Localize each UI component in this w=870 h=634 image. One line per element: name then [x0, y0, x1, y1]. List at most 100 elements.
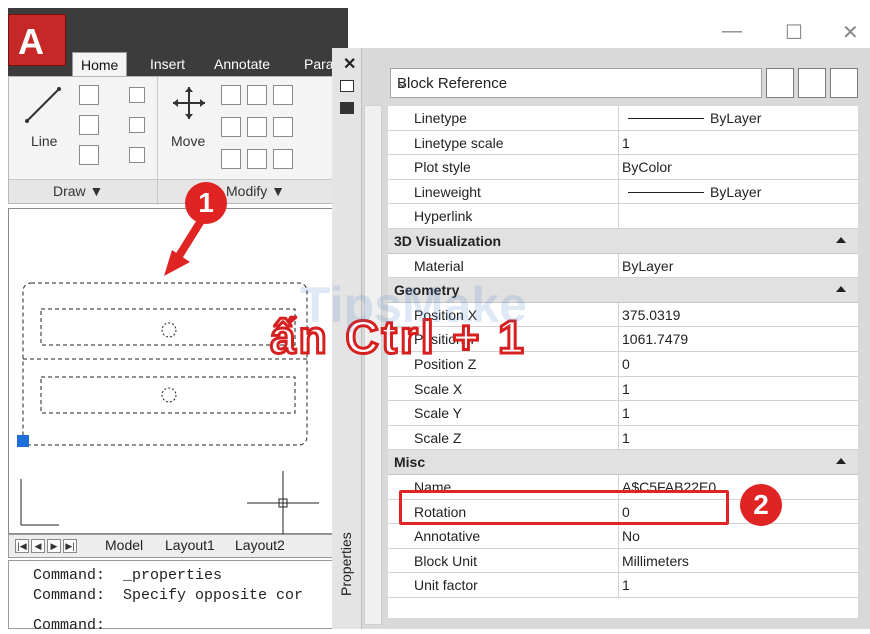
offset-icon[interactable]: [273, 149, 293, 169]
property-value[interactable]: 1061.7479: [622, 331, 688, 347]
column-divider: [618, 106, 619, 130]
property-value[interactable]: ByLayer: [710, 184, 761, 200]
property-name: Scale X: [414, 380, 463, 397]
command-history-line: Command: Specify opposite cor: [33, 587, 304, 604]
collapse-icon[interactable]: [836, 458, 846, 465]
property-name: Linetype scale: [414, 134, 504, 151]
red-arrow-icon: [164, 212, 208, 276]
property-row[interactable]: Block Unit Millimeters: [388, 548, 858, 574]
tab-insert[interactable]: Insert: [142, 52, 193, 76]
property-value[interactable]: 0: [622, 356, 630, 372]
column-divider: [618, 204, 619, 228]
column-divider: [618, 179, 619, 204]
property-row[interactable]: Linetype ByLayer: [388, 106, 858, 131]
property-value[interactable]: Millimeters: [622, 553, 689, 569]
tab-model[interactable]: Model: [105, 537, 143, 553]
category-3d-visualization[interactable]: 3D Visualization: [388, 229, 858, 254]
property-row[interactable]: Scale Z 1: [388, 425, 858, 451]
column-divider: [618, 425, 619, 450]
maximize-button[interactable]: ☐: [785, 20, 803, 45]
object-type-dropdown[interactable]: Block Reference ⌄: [390, 68, 762, 98]
fillet-icon[interactable]: [247, 117, 267, 137]
property-name: Annotative: [414, 528, 481, 545]
property-value[interactable]: 1: [622, 135, 630, 151]
palette-properties-icon[interactable]: [340, 102, 354, 114]
draw-panel-footer[interactable]: Draw ▼: [9, 179, 157, 203]
collapse-icon[interactable]: [836, 286, 846, 293]
polyline-icon[interactable]: [79, 85, 99, 105]
hatch-icon[interactable]: [129, 147, 145, 163]
layout-tab-bar: |◀ ◀ ▶ ▶| Model Layout1 Layout2: [8, 534, 346, 558]
property-row[interactable]: Plot style ByColor: [388, 155, 858, 180]
property-value[interactable]: ByColor: [622, 159, 672, 175]
move-tool-label[interactable]: Move: [171, 133, 205, 149]
command-prompt[interactable]: Command:: [33, 617, 105, 634]
property-value[interactable]: ByLayer: [710, 110, 761, 126]
stretch-icon[interactable]: [273, 117, 293, 137]
property-row[interactable]: Material ByLayer: [388, 253, 858, 279]
arc-icon[interactable]: [129, 87, 145, 103]
watermark: TipsMake: [300, 277, 527, 333]
tab-annotate[interactable]: Annotate: [206, 52, 278, 76]
category-misc[interactable]: Misc: [388, 450, 858, 475]
draw-panel-label[interactable]: Draw ▼: [53, 183, 103, 199]
palette-scrollbar[interactable]: [364, 105, 382, 625]
rectangle-icon[interactable]: [129, 117, 145, 133]
copy-icon[interactable]: [221, 85, 241, 105]
property-row[interactable]: Scale Y 1: [388, 401, 858, 426]
property-row[interactable]: Annotative No: [388, 524, 858, 549]
property-value[interactable]: 375.0319: [622, 307, 680, 323]
command-window[interactable]: Command: _properties Command: Specify op…: [8, 560, 346, 634]
select-objects-button[interactable]: [798, 68, 826, 98]
property-name: Scale Y: [414, 405, 462, 422]
property-name: Plot style: [414, 159, 471, 176]
property-row[interactable]: Lineweight ByLayer: [388, 179, 858, 205]
last-tab-icon[interactable]: ▶|: [63, 539, 77, 553]
property-value[interactable]: 1: [622, 430, 630, 446]
mirror-icon[interactable]: [221, 117, 241, 137]
next-tab-icon[interactable]: ▶: [47, 539, 61, 553]
property-value[interactable]: 1: [622, 405, 630, 421]
prev-tab-icon[interactable]: ◀: [31, 539, 45, 553]
ellipse-icon[interactable]: [79, 145, 99, 165]
column-divider: [618, 302, 619, 327]
toggle-pickadd-button[interactable]: [766, 68, 794, 98]
property-row[interactable]: Hyperlink: [388, 204, 858, 229]
scale-icon[interactable]: [221, 149, 241, 169]
palette-autohide-icon[interactable]: [340, 80, 354, 92]
property-name: Material: [414, 257, 464, 274]
property-value[interactable]: ByLayer: [622, 258, 673, 274]
property-name: Scale Z: [414, 429, 462, 446]
minimize-button[interactable]: —: [722, 20, 742, 43]
array-icon[interactable]: [247, 149, 267, 169]
first-tab-icon[interactable]: |◀: [15, 539, 29, 553]
tab-layout2[interactable]: Layout2: [235, 537, 285, 553]
property-row[interactable]: Linetype scale 1: [388, 130, 858, 156]
trim-icon[interactable]: [273, 85, 293, 105]
circle-icon[interactable]: [79, 115, 99, 135]
line-icon[interactable]: [23, 85, 63, 125]
application-menu-button[interactable]: A: [8, 14, 66, 66]
property-row[interactable]: Unit factor 1: [388, 573, 858, 598]
column-divider: [618, 327, 619, 351]
quick-select-button[interactable]: [830, 68, 858, 98]
palette-close-icon[interactable]: ✕: [343, 54, 356, 74]
column-divider: [618, 573, 619, 597]
property-value[interactable]: 1: [622, 577, 630, 593]
modify-panel-label[interactable]: Modify ▼: [226, 183, 285, 199]
property-row[interactable]: Scale X 1: [388, 376, 858, 402]
line-tool-label[interactable]: Line: [31, 133, 57, 149]
column-divider: [618, 155, 619, 179]
property-value[interactable]: No: [622, 528, 640, 544]
move-icon[interactable]: [171, 85, 207, 121]
close-button[interactable]: ✕: [842, 20, 859, 45]
column-divider: [618, 352, 619, 376]
autocad-logo-icon: A: [18, 21, 44, 62]
rotate-icon[interactable]: [247, 85, 267, 105]
collapse-icon[interactable]: [836, 237, 846, 243]
property-name: Linetype: [414, 110, 467, 126]
tab-layout1[interactable]: Layout1: [165, 537, 215, 553]
property-value[interactable]: 1: [622, 381, 630, 397]
column-divider: [618, 130, 619, 155]
tab-home[interactable]: Home: [72, 52, 128, 76]
